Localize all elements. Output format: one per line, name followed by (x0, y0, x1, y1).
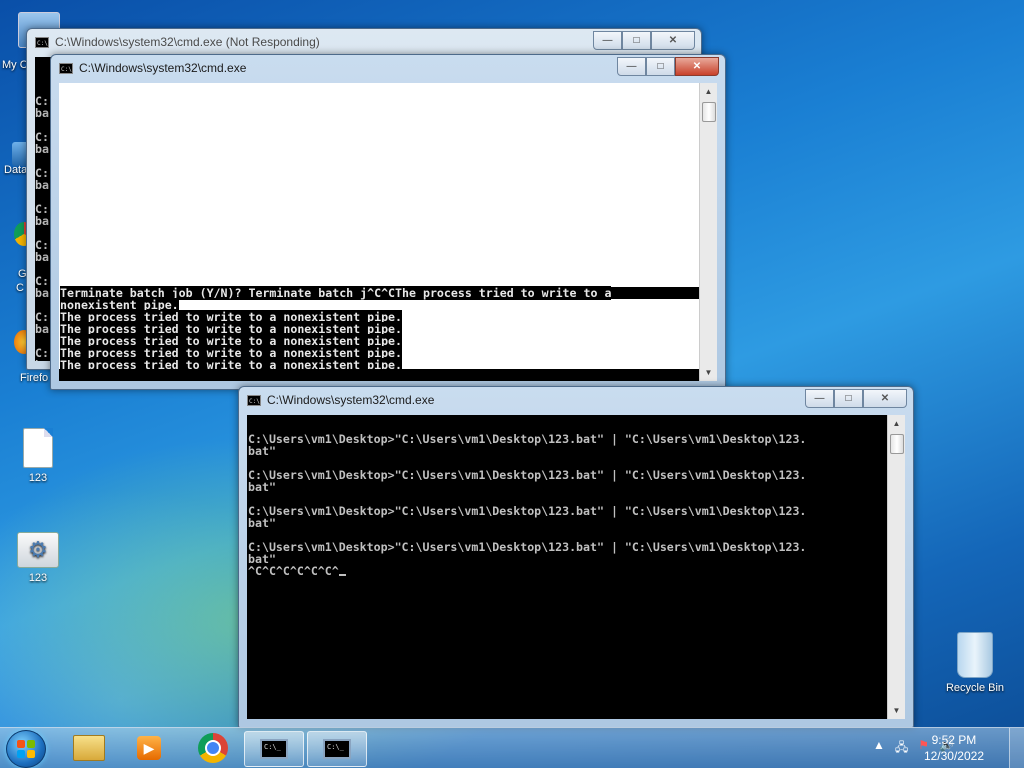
minimize-button[interactable]: — (593, 31, 622, 50)
close-button[interactable]: ✕ (863, 389, 907, 408)
recycle-bin-icon (957, 632, 993, 678)
media-player-icon: ▶ (137, 736, 161, 760)
taskbar-media-player[interactable]: ▶ (120, 731, 178, 765)
maximize-button[interactable]: □ (622, 31, 651, 50)
console-line: C:\Users\vm1\Desktop>"C:\Users\vm1\Deskt… (248, 432, 807, 446)
desktop-icon-label-computer: My C (2, 59, 28, 71)
show-desktop-button[interactable] (1009, 728, 1024, 768)
taskbar-explorer[interactable] (60, 731, 118, 765)
minimize-button[interactable]: — (617, 57, 646, 76)
console-line: bat" (248, 516, 276, 530)
show-hidden-icons-arrow[interactable]: ▲ (873, 738, 885, 759)
clock-date: 12/30/2022 (923, 749, 984, 763)
console-line: C:\Users\vm1\Desktop>"C:\Users\vm1\Deskt… (248, 504, 807, 518)
desktop-icon-batch-file[interactable]: ⚙ 123 (6, 532, 70, 584)
vertical-scrollbar[interactable]: ▲ ▼ (887, 415, 905, 719)
console-line: bat" (248, 552, 276, 566)
taskbar-cmd-2[interactable]: C:\_ (307, 731, 367, 767)
batch-file-gear-icon: ⚙ (17, 532, 59, 568)
maximize-button[interactable]: □ (834, 389, 863, 408)
explorer-icon (73, 735, 105, 761)
window-title: C:\Windows\system32\cmd.exe (267, 393, 435, 407)
cmd-icon: C:\ (35, 37, 49, 48)
text-cursor (338, 574, 346, 576)
title-bar[interactable]: C:\ C:\Windows\system32\cmd.exe (Not Res… (27, 29, 701, 57)
title-bar[interactable]: C:\ C:\Windows\system32\cmd.exe — □ ✕ (239, 387, 913, 415)
cmd-window-front[interactable]: C:\ C:\Windows\system32\cmd.exe — □ ✕ C:… (238, 386, 914, 728)
console-output[interactable]: C:\Users\vm1\Desktop>"C:\Users\vm1\Deskt… (248, 421, 887, 577)
desktop-icon-label: Recycle Bin (945, 682, 1005, 694)
desktop-icon-label-data: Data (4, 164, 28, 176)
close-button[interactable]: ✕ (675, 57, 719, 76)
minimize-button[interactable]: — (805, 389, 834, 408)
maximize-button[interactable]: □ (646, 57, 675, 76)
clock[interactable]: 9:52 PM 12/30/2022 (924, 732, 984, 764)
scroll-down-arrow[interactable]: ▼ (888, 702, 905, 719)
cmd-icon: C:\ (247, 395, 261, 406)
text-file-icon (23, 428, 53, 468)
console-prompt-text: ^C^C^C^C^C^C^ (248, 564, 339, 578)
cmd-icon: C:\_ (323, 739, 351, 759)
console-line: bat" (248, 480, 276, 494)
cmd-icon: C:\_ (260, 739, 288, 759)
window-title: C:\Windows\system32\cmd.exe (Not Respond… (55, 35, 320, 49)
close-button[interactable]: ✕ (651, 31, 695, 50)
console-output[interactable]: Terminate batch job (Y/N)? Terminate bat… (60, 286, 699, 372)
scroll-down-arrow[interactable]: ▼ (700, 364, 717, 381)
console-line: C:\Users\vm1\Desktop>"C:\Users\vm1\Deskt… (248, 540, 807, 554)
desktop-icon-text-file[interactable]: 123 (6, 428, 70, 484)
title-bar[interactable]: C:\ C:\Windows\system32\cmd.exe — □ ✕ (51, 55, 725, 83)
desktop-icon-label-c: C (16, 282, 24, 294)
vertical-scrollbar[interactable]: ▲ ▼ (699, 83, 717, 381)
chrome-icon (198, 733, 228, 763)
console-area[interactable]: C:\Users\vm1\Desktop>"C:\Users\vm1\Deskt… (247, 415, 905, 719)
start-button[interactable] (6, 730, 46, 768)
scroll-up-arrow[interactable]: ▲ (888, 415, 905, 432)
scroll-thumb[interactable] (890, 434, 904, 454)
cmd-icon: C:\ (59, 63, 73, 74)
desktop-icon-label-firefox: Firefo (20, 372, 49, 384)
network-icon[interactable]: 🖧 (895, 738, 908, 759)
taskbar-cmd-1[interactable]: C:\_ (244, 731, 304, 767)
scroll-thumb[interactable] (702, 102, 716, 122)
console-line: C:\Users\vm1\Desktop>"C:\Users\vm1\Deskt… (248, 468, 807, 482)
desktop-icon-label: 123 (28, 472, 48, 484)
taskbar: ▶ C:\_ C:\_ ▲ 🖧 ⚑ 🔊 9:52 PM 12/30/2022 (0, 727, 1024, 768)
window-title: C:\Windows\system32\cmd.exe (79, 61, 247, 75)
desktop-icon-label: 123 (28, 572, 48, 584)
scroll-up-arrow[interactable]: ▲ (700, 83, 717, 100)
windows-logo-icon (17, 740, 35, 758)
console-line: bat" (248, 444, 276, 458)
clock-time: 9:52 PM (931, 733, 977, 747)
desktop-icon-recycle-bin[interactable]: Recycle Bin (942, 632, 1008, 694)
taskbar-chrome[interactable] (184, 731, 242, 765)
console-area[interactable]: Terminate batch job (Y/N)? Terminate bat… (59, 83, 717, 381)
cmd-window-middle[interactable]: C:\ C:\Windows\system32\cmd.exe — □ ✕ Te… (50, 54, 726, 390)
console-prompt-line[interactable]: ^C^C^C^C^C^C^ (248, 565, 887, 577)
